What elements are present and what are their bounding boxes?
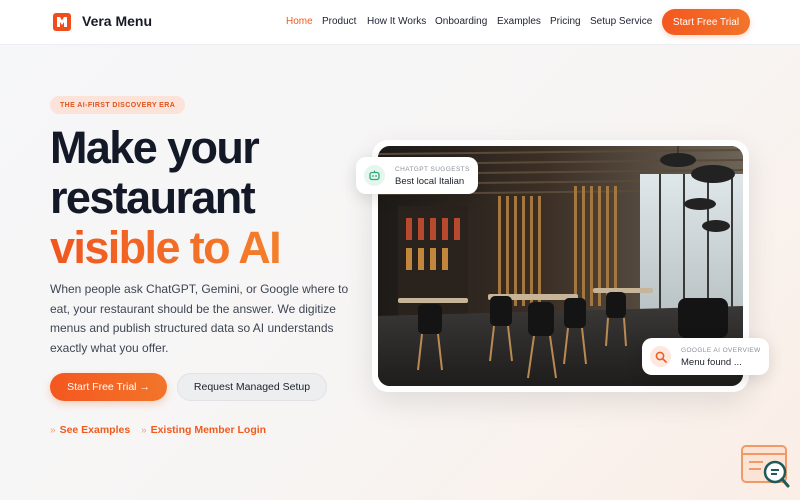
double-chevron-right-icon: » [50, 424, 56, 436]
google-ai-overview-card: GOOGLE AI OVERVIEW Menu found ... [642, 338, 769, 375]
see-examples-label: See Examples [59, 424, 131, 436]
nav-link-setup-service[interactable]: Setup Service [590, 16, 652, 27]
hero-title-line-1: Make your [50, 122, 260, 173]
nav-link-onboarding[interactable]: Onboarding [435, 16, 487, 27]
top-nav: Vera Menu Home Product How It Works Onbo… [0, 0, 800, 45]
nav-link-product[interactable]: Product [322, 16, 356, 27]
google-card-caption: GOOGLE AI OVERVIEW [681, 347, 761, 354]
member-login-label: Existing Member Login [150, 424, 267, 436]
search-icon [650, 346, 671, 367]
google-card-text: Menu found ... [681, 357, 742, 368]
vera-menu-logo-icon[interactable] [53, 13, 71, 31]
chat-card-text: Best local Italian [395, 176, 465, 187]
nav-link-how-it-works[interactable]: How It Works [367, 16, 426, 27]
hero-badge: THE AI-FIRST DISCOVERY ERA [50, 96, 186, 114]
brand-name[interactable]: Vera Menu [82, 13, 152, 29]
double-chevron-right-icon: » [141, 424, 147, 436]
hero-description: When people ask ChatGPT, Gemini, or Goog… [50, 282, 349, 355]
chat-card-caption: CHATGPT SUGGESTS [395, 166, 470, 173]
nav-link-examples[interactable]: Examples [497, 16, 541, 27]
chatgpt-suggests-card: CHATGPT SUGGESTS Best local Italian [356, 157, 478, 194]
start-free-trial-button[interactable]: Start Free Trial → [50, 373, 167, 401]
hero-title-line-3: visible to AI [50, 222, 282, 273]
hero-title-line-2: restaurant [50, 172, 256, 223]
see-examples-link[interactable]: » See Examples [50, 423, 130, 437]
nav-link-pricing[interactable]: Pricing [550, 16, 581, 27]
request-managed-setup-button[interactable]: Request Managed Setup [177, 373, 327, 401]
robot-icon [364, 165, 385, 186]
nav-start-trial-button[interactable]: Start Free Trial [662, 9, 750, 35]
nav-link-home[interactable]: Home [286, 16, 313, 27]
menu-search-widget-icon[interactable] [741, 445, 791, 489]
member-login-link[interactable]: » Existing Member Login [141, 423, 266, 437]
